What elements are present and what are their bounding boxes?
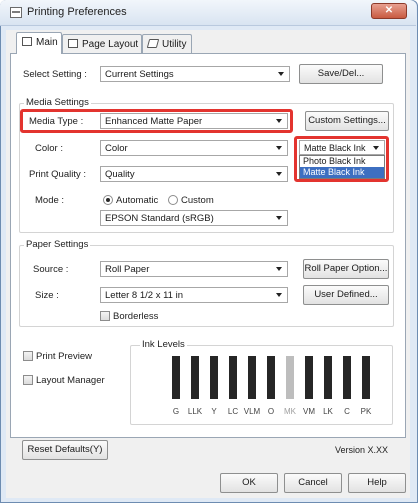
tab-utility-label: Utility bbox=[162, 39, 187, 50]
color-combo[interactable]: Color bbox=[100, 140, 288, 156]
utility-icon bbox=[146, 39, 160, 48]
window-title: Printing Preferences bbox=[27, 6, 127, 18]
help-button[interactable]: Help bbox=[348, 473, 406, 493]
print-quality-combo[interactable]: Quality bbox=[100, 166, 288, 182]
mode-automatic-radio[interactable] bbox=[103, 195, 113, 205]
ink-bar-g bbox=[172, 356, 180, 399]
ink-levels-title: Ink Levels bbox=[140, 339, 187, 350]
chevron-down-icon bbox=[276, 172, 282, 176]
ink-bar-o bbox=[267, 356, 275, 399]
print-preview-label: Print Preview bbox=[36, 351, 92, 362]
ink-bar-c bbox=[343, 356, 351, 399]
tab-page-layout[interactable]: Page Layout bbox=[62, 34, 142, 54]
print-quality-value: Quality bbox=[105, 169, 135, 180]
color-mode-combo[interactable]: EPSON Standard (sRGB) bbox=[100, 210, 288, 226]
source-combo[interactable]: Roll Paper bbox=[100, 261, 288, 277]
ink-bar-pk bbox=[362, 356, 370, 399]
size-label: Size : bbox=[35, 290, 59, 301]
media-type-label: Media Type : bbox=[29, 116, 84, 127]
title-bar[interactable]: Printing Preferences ✕ bbox=[0, 0, 416, 26]
ink-label-pk: PK bbox=[360, 407, 372, 416]
black-ink-dropdown-list: Photo Black Ink Matte Black Ink bbox=[299, 155, 385, 179]
ink-bar-mk bbox=[286, 356, 294, 399]
color-value: Color bbox=[105, 143, 128, 154]
paper-settings-title: Paper Settings bbox=[24, 239, 91, 250]
media-type-combo[interactable]: Enhanced Matte Paper bbox=[100, 113, 288, 129]
tab-page-layout-label: Page Layout bbox=[82, 39, 139, 50]
reset-defaults-button[interactable]: Reset Defaults(Y) bbox=[22, 440, 108, 460]
print-quality-label: Print Quality : bbox=[29, 169, 87, 180]
source-label: Source : bbox=[33, 264, 69, 275]
select-setting-label: Select Setting : bbox=[23, 69, 87, 80]
ink-bar-vm bbox=[305, 356, 313, 399]
chevron-down-icon bbox=[278, 72, 284, 76]
black-ink-option-photo[interactable]: Photo Black Ink bbox=[300, 156, 384, 167]
mode-automatic-label: Automatic bbox=[116, 195, 159, 206]
ink-bar-vlm bbox=[248, 356, 256, 399]
main-tab-icon bbox=[22, 37, 32, 46]
page-layout-icon bbox=[68, 39, 78, 48]
chevron-down-icon bbox=[276, 146, 282, 150]
mode-label: Mode : bbox=[35, 195, 65, 206]
save-del-button[interactable]: Save/Del... bbox=[299, 64, 383, 84]
version-text: Version X.XX bbox=[335, 445, 389, 455]
printer-icon bbox=[10, 7, 22, 18]
ink-bar-y bbox=[210, 356, 218, 399]
black-ink-combo[interactable]: Matte Black Ink bbox=[299, 140, 385, 155]
chevron-down-icon bbox=[276, 267, 282, 271]
tab-main[interactable]: Main bbox=[16, 32, 62, 54]
cancel-button[interactable]: Cancel bbox=[284, 473, 342, 493]
mode-custom-radio[interactable] bbox=[168, 195, 178, 205]
borderless-checkbox[interactable] bbox=[100, 311, 110, 321]
ink-bar-lk bbox=[324, 356, 332, 399]
chevron-down-icon bbox=[276, 216, 282, 220]
close-button[interactable]: ✕ bbox=[371, 3, 407, 19]
chevron-down-icon bbox=[276, 119, 282, 123]
tab-main-label: Main bbox=[36, 37, 58, 48]
media-settings-title: Media Settings bbox=[24, 97, 91, 108]
layout-manager-label: Layout Manager bbox=[36, 375, 105, 386]
black-ink-option-matte[interactable]: Matte Black Ink bbox=[300, 167, 384, 178]
layout-manager-checkbox[interactable] bbox=[23, 375, 33, 385]
color-mode-value: EPSON Standard (sRGB) bbox=[105, 213, 214, 224]
select-setting-value: Current Settings bbox=[105, 69, 174, 80]
color-label: Color : bbox=[35, 143, 63, 154]
black-ink-value: Matte Black Ink bbox=[304, 143, 366, 153]
size-combo[interactable]: Letter 8 1/2 x 11 in bbox=[100, 287, 288, 303]
source-value: Roll Paper bbox=[105, 264, 150, 275]
ink-bar-lc bbox=[229, 356, 237, 399]
select-setting-combo[interactable]: Current Settings bbox=[100, 66, 290, 82]
print-preview-checkbox[interactable] bbox=[23, 351, 33, 361]
ok-button[interactable]: OK bbox=[220, 473, 278, 493]
mode-custom-label: Custom bbox=[181, 195, 214, 206]
user-defined-button[interactable]: User Defined... bbox=[303, 285, 389, 305]
roll-paper-option-button[interactable]: Roll Paper Option... bbox=[303, 259, 389, 279]
custom-settings-button[interactable]: Custom Settings... bbox=[305, 111, 389, 131]
size-value: Letter 8 1/2 x 11 in bbox=[105, 290, 183, 301]
tab-utility[interactable]: Utility bbox=[142, 34, 192, 54]
media-type-value: Enhanced Matte Paper bbox=[105, 116, 203, 127]
borderless-label: Borderless bbox=[113, 311, 159, 322]
ink-bar-llk bbox=[191, 356, 199, 399]
chevron-down-icon bbox=[373, 146, 379, 150]
chevron-down-icon bbox=[276, 293, 282, 297]
